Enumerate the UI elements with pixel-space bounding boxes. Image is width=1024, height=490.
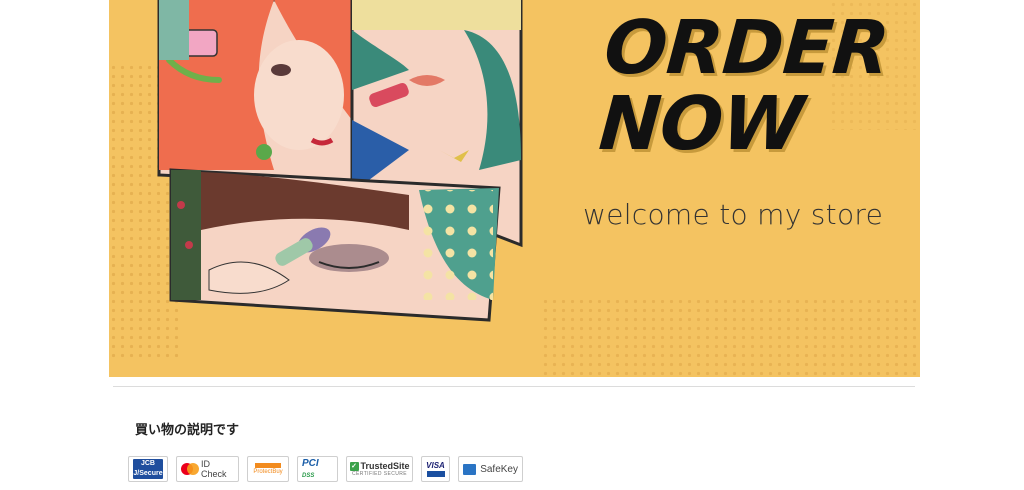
order-now-headline: ORDER NOW [596, 5, 891, 167]
headline-line-1: ORDER [601, 5, 892, 91]
headline-line-2: NOW [596, 81, 806, 167]
trustedsite-sublabel: CERTIFIED SECURE [352, 471, 407, 477]
jcb-secure-icon: JCB J/Secure [128, 456, 168, 482]
store-tagline: welcome to my store [583, 198, 884, 231]
comic-panel-eyeshadow [169, 168, 501, 322]
mastercard-id-check-icon: ID Check [176, 456, 239, 482]
protectbuy-icon: ProtectBuy [247, 456, 289, 482]
visa-secure-icon: VISA [421, 456, 450, 482]
trustedsite-label: TrustedSite [360, 461, 410, 471]
pci-dss-icon: PCI DSS [297, 456, 338, 482]
id-check-label: ID Check [201, 459, 227, 479]
pci-sublabel: DSS [302, 473, 315, 479]
payment-badges-row: JCB J/Secure ID Check ProtectBuy PCI DSS … [128, 456, 523, 482]
visa-label: VISA [426, 461, 445, 470]
pci-label: PCI [302, 458, 319, 469]
jcb-sublabel: J/Secure [133, 470, 163, 477]
section-divider [113, 386, 915, 387]
hero-banner: ORDER NOW welcome to my store [109, 0, 920, 377]
protectbuy-label: ProtectBuy [253, 469, 283, 475]
trustedsite-icon: ✓ TrustedSite CERTIFIED SECURE [346, 456, 413, 482]
safekey-label: SafeKey [480, 463, 518, 475]
comic-panel-red-hair [157, 0, 354, 184]
amex-safekey-icon: SafeKey [458, 456, 523, 482]
jcb-label: JCB [140, 460, 155, 467]
shopping-description: 買い物の説明です [135, 423, 240, 438]
